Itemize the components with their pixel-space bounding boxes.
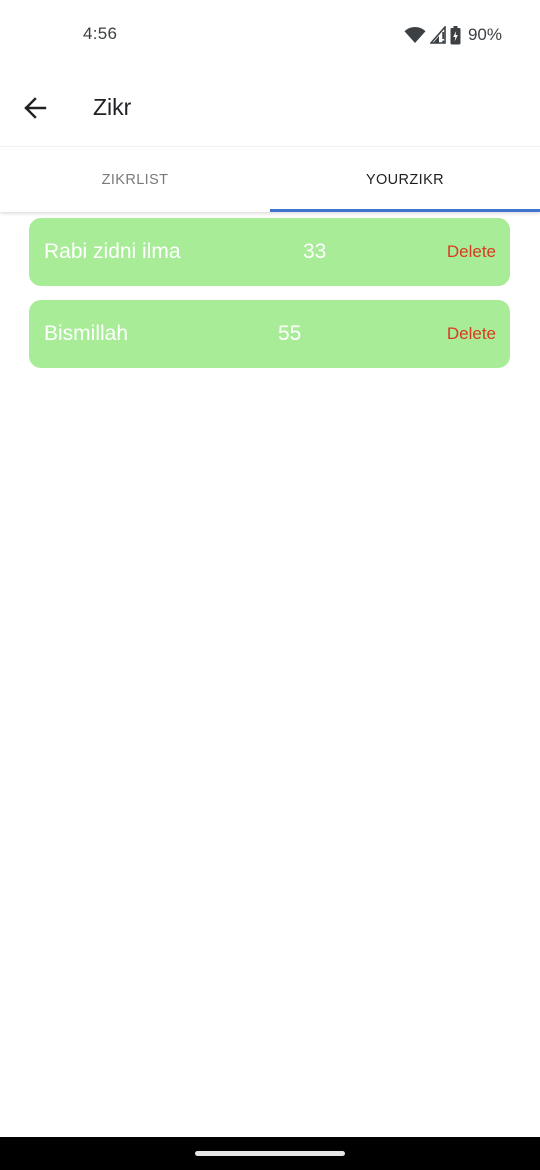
- tab-bar: ZIKRLIST YOURZIKR: [0, 146, 540, 212]
- zikr-count: 55: [278, 322, 302, 345]
- zikr-name: Bismillah: [44, 322, 129, 345]
- battery-icon: [450, 25, 461, 44]
- app-bar: Zikr: [0, 70, 540, 146]
- status-time: 4:56: [83, 24, 118, 43]
- tab-zikrlist-label: ZIKRLIST: [101, 171, 169, 188]
- system-navigation-bar: [0, 1137, 540, 1170]
- home-gesture-handle[interactable]: [195, 1151, 345, 1156]
- tab-zikrlist[interactable]: ZIKRLIST: [0, 147, 270, 212]
- battery-percent: 90%: [467, 25, 502, 44]
- zikr-list-item[interactable]: Rabi zidni ilma 33 Delete: [29, 218, 510, 286]
- zikr-count: 33: [303, 240, 327, 263]
- signal-icon: [429, 26, 446, 44]
- wifi-icon: [404, 27, 426, 43]
- arrow-back-icon: [24, 97, 47, 119]
- zikr-list-item[interactable]: Bismillah 55 Delete: [29, 300, 510, 368]
- status-bar: 4:56 90%: [0, 0, 540, 70]
- delete-button[interactable]: Delete: [447, 324, 496, 344]
- status-icons: 90%: [404, 24, 502, 46]
- tab-yourzikr[interactable]: YOURZIKR: [270, 147, 540, 212]
- zikr-list: Rabi zidni ilma 33 Delete Bismillah 55 D…: [29, 218, 510, 382]
- tab-yourzikr-label: YOURZIKR: [365, 171, 445, 188]
- delete-button[interactable]: Delete: [447, 242, 496, 262]
- back-button[interactable]: [14, 87, 56, 129]
- tab-active-indicator: [270, 209, 540, 212]
- zikr-name: Rabi zidni ilma: [44, 240, 181, 263]
- page-title: Zikr: [93, 94, 132, 120]
